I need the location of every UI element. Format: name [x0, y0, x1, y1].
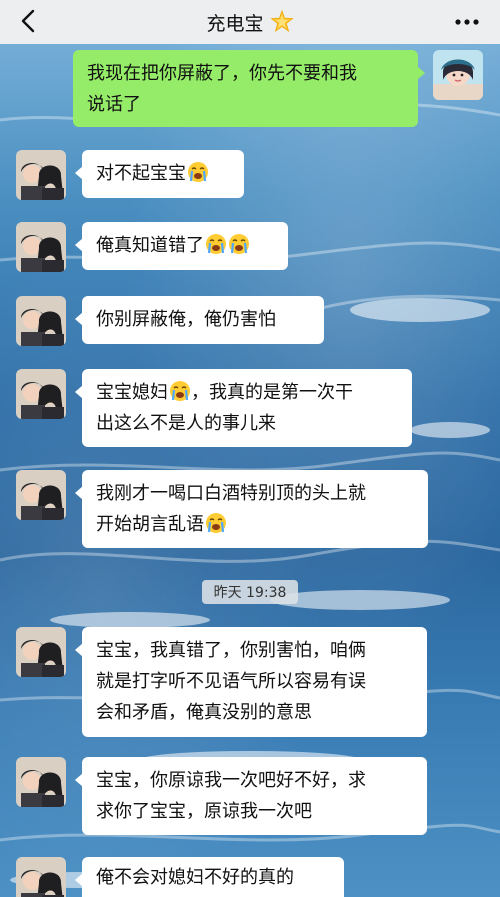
message-text-segment: ，我真的是第一次干 — [191, 382, 353, 403]
contact-avatar[interactable] — [16, 369, 66, 419]
message-text-line: 我现在把你屏蔽了，你先不要和我 — [87, 63, 357, 84]
more-options-button[interactable] — [452, 8, 482, 36]
message-text: 俺不会对媳妇不好的真的 — [96, 867, 294, 888]
couple-avatar-icon — [16, 296, 66, 346]
contact-avatar[interactable] — [16, 470, 66, 520]
message-text-line: 说话了 — [87, 94, 141, 115]
message-text-line: 宝宝媳妇 ，我真的是第一次干 — [96, 377, 398, 408]
message-text-line: 宝宝，你原谅我一次吧好不好，求 — [96, 770, 366, 791]
couple-avatar-icon — [16, 627, 66, 677]
message-text-segment: 开始胡言乱语 — [96, 514, 204, 535]
message-text-line: 会和矛盾，俺真没别的意思 — [96, 702, 312, 723]
message-bubble-contact[interactable]: 俺真知道错了 — [75, 222, 288, 270]
message-text: 对不起宝宝 — [96, 163, 186, 184]
crying-face-icon — [206, 234, 226, 254]
message-bubble-contact[interactable]: 宝宝，你原谅我一次吧好不好，求 求你了宝宝，原谅我一次吧 — [75, 757, 427, 835]
message-text: 俺真知道错了 — [96, 235, 204, 256]
contact-avatar[interactable] — [16, 150, 66, 200]
sparkle-star-icon — [269, 10, 294, 32]
message-text-line: 求你了宝宝，原谅我一次吧 — [96, 801, 312, 822]
couple-avatar-icon — [16, 470, 66, 520]
couple-avatar-icon — [16, 150, 66, 200]
couple-avatar-icon — [16, 222, 66, 272]
girl-avatar-icon — [433, 50, 483, 100]
crying-face-icon — [188, 162, 208, 182]
message-text-line: 开始胡言乱语 — [96, 509, 414, 540]
contact-avatar[interactable] — [16, 296, 66, 346]
contact-avatar[interactable] — [16, 857, 66, 897]
timestamp-label: 昨天 19:38 — [202, 580, 298, 604]
message-bubble-contact[interactable]: 我刚才一喝口白酒特别顶的头上就 开始胡言乱语 — [75, 470, 428, 548]
couple-avatar-icon — [16, 857, 66, 897]
chat-title: 充电宝 — [206, 9, 294, 36]
contact-avatar[interactable] — [16, 222, 66, 272]
more-dots-icon — [455, 19, 479, 25]
crying-face-icon — [170, 381, 190, 401]
couple-avatar-icon — [16, 369, 66, 419]
message-text-line: 我刚才一喝口白酒特别顶的头上就 — [96, 483, 366, 504]
crying-face-icon — [229, 234, 249, 254]
message-bubble-contact[interactable]: 你别屏蔽俺，俺仍害怕 — [75, 296, 324, 344]
message-text-segment: 宝宝媳妇 — [96, 382, 168, 403]
crying-face-icon — [206, 513, 226, 533]
message-bubble-contact[interactable]: 宝宝，我真错了，你别害怕，咱俩 就是打字听不见语气所以容易有误 会和矛盾，俺真没… — [75, 627, 427, 737]
message-bubble-contact[interactable]: 宝宝媳妇 ，我真的是第一次干 出这么不是人的事儿来 — [75, 369, 412, 447]
message-bubble-contact[interactable]: 俺不会对媳妇不好的真的 — [75, 857, 344, 897]
message-bubble-mine[interactable]: 我现在把你屏蔽了，你先不要和我 说话了 — [73, 50, 425, 127]
contact-avatar[interactable] — [16, 757, 66, 807]
chevron-left-icon — [21, 9, 35, 33]
my-avatar[interactable] — [433, 50, 483, 100]
contact-avatar[interactable] — [16, 627, 66, 677]
message-text-line: 出这么不是人的事儿来 — [96, 413, 276, 434]
chat-title-text: 充电宝 — [206, 12, 264, 35]
chat-header: 充电宝 — [0, 0, 500, 44]
message-text-line: 就是打字听不见语气所以容易有误 — [96, 671, 366, 692]
message-bubble-contact[interactable]: 对不起宝宝 — [75, 150, 244, 198]
couple-avatar-icon — [16, 757, 66, 807]
back-button[interactable] — [14, 7, 42, 35]
message-text: 你别屏蔽俺，俺仍害怕 — [96, 309, 276, 330]
message-text-line: 宝宝，我真错了，你别害怕，咱俩 — [96, 640, 366, 661]
